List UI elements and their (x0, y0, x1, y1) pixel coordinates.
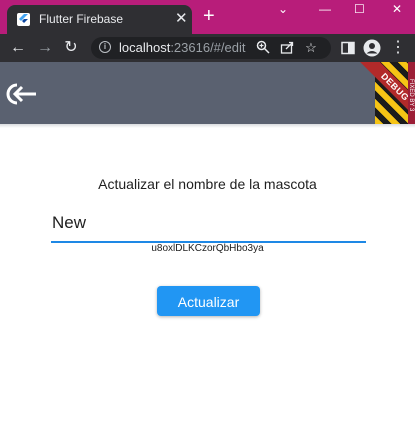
tab-search-icon[interactable]: ⌄ (278, 2, 288, 16)
url-text: localhost:23616/#/edit (119, 40, 246, 55)
share-icon[interactable] (279, 40, 295, 56)
update-button[interactable]: Actualizar (157, 286, 260, 316)
pet-name-input[interactable] (51, 205, 366, 243)
flutter-favicon-icon (17, 13, 30, 26)
profile-icon[interactable] (362, 38, 382, 58)
app-bar-shadow (0, 124, 415, 128)
star-icon[interactable]: ☆ (303, 40, 319, 56)
back-icon[interactable]: ← (8, 38, 28, 58)
zoom-icon[interactable] (255, 40, 271, 56)
restore-icon[interactable]: ☐ (354, 2, 365, 16)
logout-icon[interactable] (2, 80, 38, 108)
sidebar-icon[interactable] (338, 38, 358, 58)
site-info-icon[interactable]: i (99, 41, 111, 53)
close-window-icon[interactable]: ✕ (392, 2, 402, 16)
reload-icon[interactable]: ↻ (61, 38, 81, 58)
app-bar: DEBUG FIXED BY 3 (0, 62, 415, 124)
browser-toolbar: ← → ↻ i localhost:23616/#/edit ☆ ⋮ (0, 34, 415, 62)
tab-title: Flutter Firebase (39, 12, 124, 26)
address-bar[interactable]: i localhost:23616/#/edit ☆ (91, 37, 331, 59)
menu-icon[interactable]: ⋮ (388, 38, 408, 58)
tab-close-icon[interactable]: ✕ (175, 11, 188, 26)
forward-icon[interactable]: → (35, 38, 55, 58)
minimize-icon[interactable]: — (319, 2, 331, 16)
side-banner-text: FIXED BY 3 (408, 79, 414, 112)
browser-tab[interactable]: Flutter Firebase ✕ (7, 5, 192, 34)
pet-id-label: u8oxlDLKCzorQbHbo3ya (151, 243, 264, 254)
browser-tab-strip: Flutter Firebase ✕ + ⌄ — ☐ ✕ (0, 0, 415, 34)
new-tab-button[interactable]: + (203, 6, 215, 26)
page-heading: Actualizar el nombre de la mascota (98, 176, 317, 192)
